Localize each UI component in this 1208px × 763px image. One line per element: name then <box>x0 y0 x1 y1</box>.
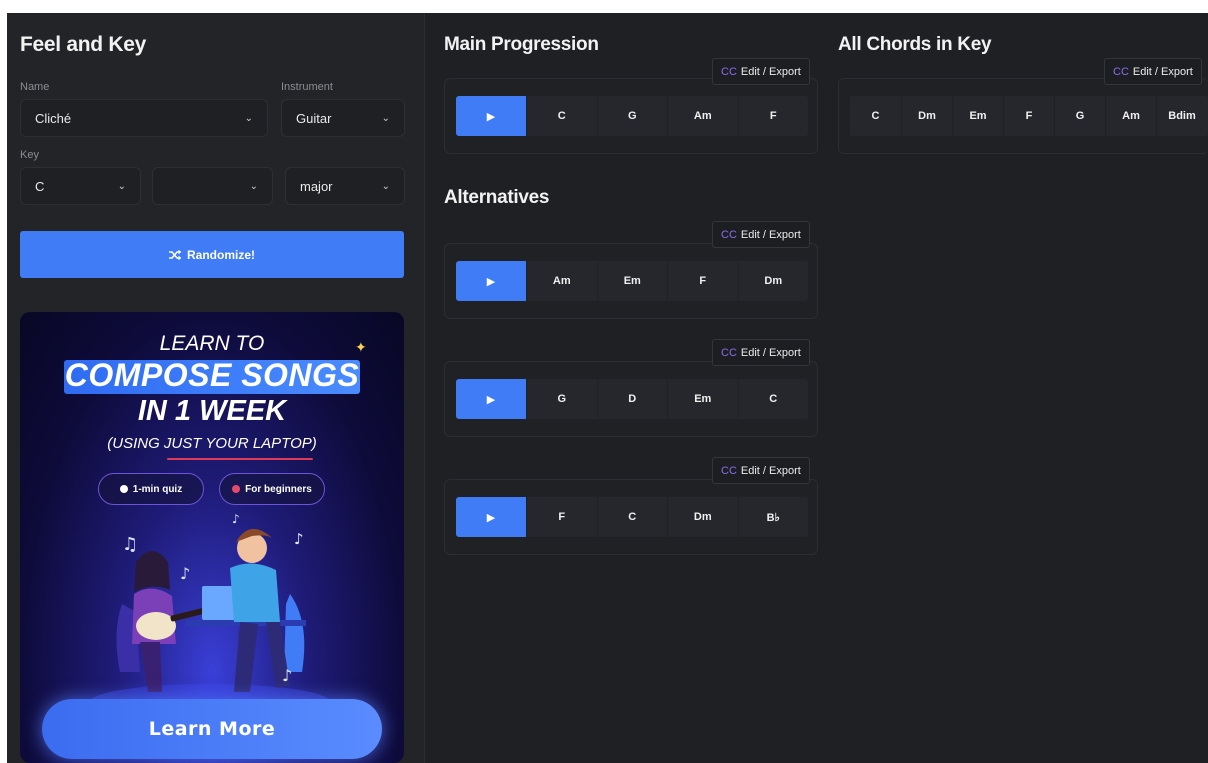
key-mode-select[interactable]: major ⌄ <box>285 167 405 205</box>
key-root-select[interactable]: C ⌄ <box>20 167 141 205</box>
shuffle-icon <box>168 249 181 260</box>
chord-button[interactable]: Dm <box>667 497 738 537</box>
key-label: Key <box>20 149 39 161</box>
cc-label: CC <box>721 65 737 78</box>
chevron-down-icon: ⌄ <box>244 112 253 124</box>
export-button[interactable]: CC Edit / Export <box>1104 58 1202 85</box>
ad-underline <box>167 458 313 460</box>
chord-button[interactable]: G <box>1054 96 1105 136</box>
settings-title: Feel and Key <box>20 33 146 56</box>
export-button[interactable]: CC Edit / Export <box>712 58 810 85</box>
name-select[interactable]: Cliché ⌄ <box>20 99 268 137</box>
ad-headline-2: COMPOSE SONGS <box>64 357 360 393</box>
main-progression-title: Main Progression <box>444 34 599 55</box>
instrument-label: Instrument <box>281 81 333 93</box>
alternative-chord-row: ▶ G D Em C <box>456 379 808 419</box>
play-icon: ▶ <box>486 109 496 123</box>
music-note-icon: ♪ <box>232 512 240 526</box>
clock-icon <box>119 485 128 493</box>
chord-button[interactable]: D <box>596 379 668 419</box>
chord-button[interactable]: G <box>526 379 597 419</box>
export-label: Edit / Export <box>740 228 801 241</box>
music-note-icon: ♪ <box>180 564 191 583</box>
play-button[interactable]: ▶ <box>456 261 526 301</box>
play-button[interactable]: ▶ <box>456 96 526 136</box>
chevron-down-icon: ⌄ <box>249 180 258 192</box>
chord-button[interactable]: Dm <box>901 96 952 136</box>
key-accidental-select[interactable]: ⌄ <box>152 167 273 205</box>
chord-button[interactable]: Em <box>667 379 738 419</box>
instrument-select-value: Guitar <box>296 110 332 126</box>
chord-button[interactable]: G <box>596 96 668 136</box>
chord-button[interactable]: Bdim <box>1156 96 1207 136</box>
play-icon: ▶ <box>486 392 496 406</box>
randomize-label: Randomize! <box>186 247 255 262</box>
cc-label: CC <box>721 228 737 241</box>
chord-button[interactable]: Em <box>952 96 1003 136</box>
music-note-icon: ♪ <box>294 530 304 548</box>
chord-button[interactable]: C <box>737 379 809 419</box>
chord-button[interactable]: Am <box>526 261 597 301</box>
chord-button[interactable]: C <box>526 96 597 136</box>
play-icon: ▶ <box>486 274 496 288</box>
chord-button[interactable]: C <box>850 96 901 136</box>
chord-button[interactable]: C <box>596 497 668 537</box>
ad-headline-3: IN 1 WEEK <box>137 395 287 427</box>
alternative-chord-row: ▶ F C Dm B♭ <box>456 497 808 537</box>
main-chord-row: ▶ C G Am F <box>456 96 808 136</box>
instrument-select[interactable]: Guitar ⌄ <box>281 99 405 137</box>
export-button[interactable]: CC Edit / Export <box>712 457 810 484</box>
learn-more-button[interactable]: Learn More <box>42 699 382 759</box>
sparkle-icon: ✦ <box>355 340 367 356</box>
ad-headline-1: LEARN TO <box>159 332 265 355</box>
name-label: Name <box>20 81 50 93</box>
settings-panel: Feel and Key Name Cliché ⌄ Instrument Gu… <box>7 13 425 763</box>
beginners-pill-label: For beginners <box>245 483 312 495</box>
randomize-button[interactable]: Randomize! <box>20 231 404 278</box>
chevron-down-icon: ⌄ <box>117 180 126 192</box>
cc-label: CC <box>721 464 737 477</box>
chord-button[interactable]: F <box>1003 96 1054 136</box>
beginners-pill: For beginners <box>219 473 325 505</box>
app-window: Feel and Key Name Cliché ⌄ Instrument Gu… <box>7 13 1208 763</box>
chord-button[interactable]: B♭ <box>737 497 809 537</box>
export-button[interactable]: CC Edit / Export <box>712 339 810 366</box>
cc-label: CC <box>721 346 737 359</box>
play-button[interactable]: ▶ <box>456 497 526 537</box>
alternative-chord-row: ▶ Am Em F Dm <box>456 261 808 301</box>
key-mode-value: major <box>300 178 333 194</box>
key-root-value: C <box>35 178 45 194</box>
chevron-down-icon: ⌄ <box>381 112 390 124</box>
chord-button[interactable]: Dm <box>737 261 809 301</box>
name-select-value: Cliché <box>35 110 72 126</box>
chord-button[interactable]: F <box>737 96 809 136</box>
ad-subline: (USING JUST YOUR LAPTOP) <box>107 435 317 452</box>
export-label: Edit / Export <box>1132 65 1193 78</box>
alternatives-title: Alternatives <box>444 187 550 208</box>
chevron-down-icon: ⌄ <box>381 180 390 192</box>
chord-button[interactable]: F <box>667 261 738 301</box>
music-note-icon: ♪ <box>282 666 293 685</box>
badge-icon <box>232 485 241 493</box>
all-chords-row: C Dm Em F G Am Bdim <box>850 96 1208 136</box>
export-button[interactable]: CC Edit / Export <box>712 221 810 248</box>
play-button[interactable]: ▶ <box>456 379 526 419</box>
export-label: Edit / Export <box>740 346 801 359</box>
chord-button[interactable]: Em <box>596 261 668 301</box>
chord-button[interactable]: Am <box>667 96 738 136</box>
music-note-icon: ♫ <box>122 534 139 555</box>
ad-banner[interactable]: LEARN TO ✦ COMPOSE SONGS IN 1 WEEK (USIN… <box>20 312 404 763</box>
chord-button[interactable]: Am <box>1105 96 1156 136</box>
export-label: Edit / Export <box>740 464 801 477</box>
export-label: Edit / Export <box>740 65 801 78</box>
play-icon: ▶ <box>486 510 496 524</box>
cc-label: CC <box>1113 65 1129 78</box>
all-chords-title: All Chords in Key <box>838 34 992 55</box>
quiz-pill-label: 1-min quiz <box>132 483 183 495</box>
chord-button[interactable]: F <box>526 497 597 537</box>
quiz-pill: 1-min quiz <box>98 473 204 505</box>
